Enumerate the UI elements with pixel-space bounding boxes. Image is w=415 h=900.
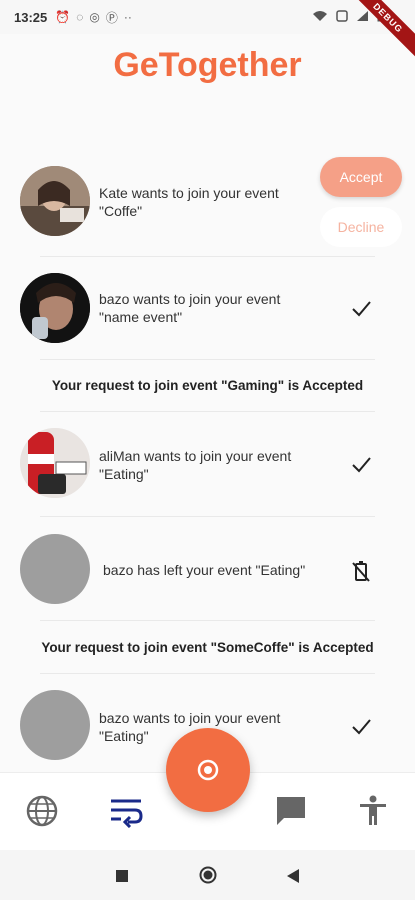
- wifi-icon: [312, 10, 328, 25]
- cast-icon: ◌: [76, 10, 84, 24]
- wrap-text-icon[interactable]: [108, 793, 144, 829]
- p-icon: Ⓟ: [105, 10, 118, 25]
- system-navigation-bar: [0, 850, 415, 900]
- alarm-icon: ⏰: [55, 10, 71, 24]
- avatar-placeholder[interactable]: [20, 534, 90, 604]
- app-title: GeTogether: [113, 46, 302, 84]
- info-message: Your request to join event "SomeCoffe" i…: [41, 640, 374, 655]
- accept-button[interactable]: Accept: [320, 157, 402, 197]
- sim-icon: [336, 9, 348, 25]
- check-icon[interactable]: [350, 297, 372, 319]
- divider: [40, 516, 375, 517]
- divider: [40, 673, 375, 674]
- avatar[interactable]: [20, 273, 90, 343]
- notification-text: bazo has left your event "Eating": [103, 562, 306, 578]
- notification-text: aliMan wants to join your event "Eating": [99, 448, 292, 482]
- decline-button[interactable]: Decline: [320, 207, 402, 247]
- divider: [40, 411, 375, 412]
- signal-icon: [356, 10, 369, 25]
- square-icon[interactable]: [115, 869, 129, 888]
- fab-button[interactable]: [166, 728, 250, 812]
- avatar[interactable]: [20, 428, 90, 498]
- status-time: 13:25: [14, 9, 48, 25]
- circle-icon[interactable]: [199, 866, 217, 889]
- more-dots-icon: ··: [123, 10, 132, 24]
- whatsapp-icon: ◎: [89, 10, 100, 24]
- divider: [40, 359, 375, 360]
- no-battery-icon: [350, 560, 372, 582]
- notification-text: Kate wants to join your event "Coffe": [99, 185, 279, 219]
- accessibility-icon[interactable]: [355, 793, 391, 829]
- globe-icon[interactable]: [24, 793, 60, 829]
- target-icon: [197, 759, 219, 781]
- notification-text: bazo wants to join your event "name even…: [99, 291, 281, 325]
- check-icon[interactable]: [350, 453, 372, 475]
- chat-icon[interactable]: [273, 793, 309, 829]
- divider: [40, 620, 375, 621]
- status-left-icons: ⏰ ◌ ◎ Ⓟ ··: [55, 9, 132, 26]
- check-icon[interactable]: [350, 715, 372, 737]
- status-bar: 13:25 ⏰ ◌ ◎ Ⓟ ·· DEBUG: [0, 0, 415, 63]
- avatar[interactable]: [20, 166, 90, 236]
- divider: [40, 256, 375, 257]
- back-triangle-icon[interactable]: [286, 868, 300, 889]
- info-message: Your request to join event "Gaming" is A…: [51, 378, 364, 393]
- avatar-placeholder[interactable]: [20, 690, 90, 760]
